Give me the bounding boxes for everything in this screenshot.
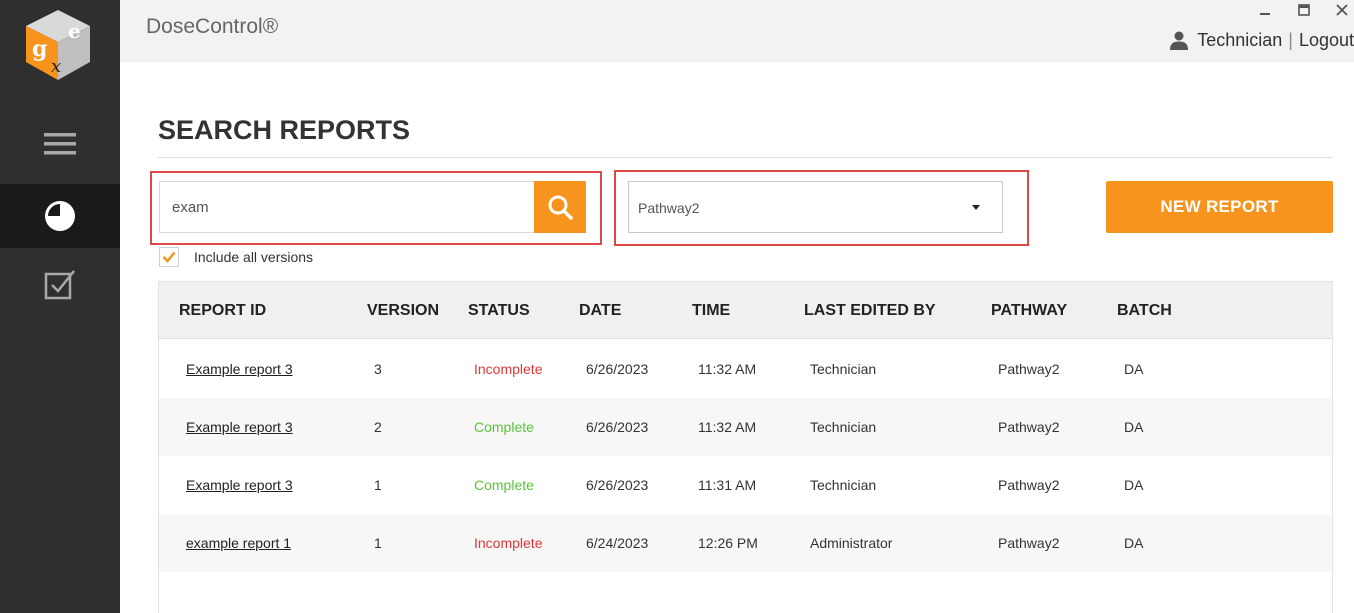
include-versions-checkbox[interactable] bbox=[159, 247, 179, 267]
cell-batch: DA bbox=[1124, 535, 1144, 551]
cell-date: 6/24/2023 bbox=[586, 535, 649, 551]
new-report-button[interactable]: NEW REPORT bbox=[1106, 181, 1333, 233]
svg-text:x: x bbox=[51, 56, 61, 77]
include-versions-label: Include all versions bbox=[194, 249, 314, 265]
cell-date: 6/26/2023 bbox=[586, 419, 649, 435]
cell-time: 11:32 AM bbox=[698, 419, 757, 435]
header-version[interactable]: VERSION bbox=[367, 302, 439, 320]
svg-text:e: e bbox=[68, 19, 81, 43]
chevron-down-icon bbox=[972, 205, 980, 210]
cell-last-edited-by: Administrator bbox=[810, 535, 893, 551]
cell-batch: DA bbox=[1124, 361, 1144, 377]
cell-status: Complete bbox=[474, 419, 534, 435]
nav-menu-button[interactable] bbox=[0, 112, 120, 176]
header-status[interactable]: STATUS bbox=[468, 302, 530, 320]
header-report-id[interactable]: REPORT ID bbox=[179, 302, 266, 320]
user-area: Technician | Logout bbox=[1169, 28, 1354, 52]
header-pathway[interactable]: PATHWAY bbox=[991, 302, 1067, 320]
search-input[interactable] bbox=[159, 181, 535, 233]
header-last-edited-by[interactable]: LAST EDITED BY bbox=[804, 302, 936, 320]
maximize-button[interactable] bbox=[1296, 2, 1312, 18]
header-batch[interactable]: BATCH bbox=[1117, 302, 1172, 320]
include-versions-row: Include all versions bbox=[159, 247, 313, 267]
report-id-link[interactable]: Example report 3 bbox=[186, 361, 293, 377]
checkbox-icon bbox=[44, 270, 75, 300]
gxe-logo: g e x bbox=[18, 2, 98, 86]
nav-dashboard-button[interactable] bbox=[0, 184, 120, 248]
page-title: SEARCH REPORTS bbox=[158, 115, 411, 145]
maximize-icon bbox=[1298, 4, 1310, 16]
user-icon bbox=[1169, 30, 1189, 50]
pie-chart-icon bbox=[45, 201, 75, 231]
cell-version: 1 bbox=[374, 477, 382, 493]
cell-batch: DA bbox=[1124, 477, 1144, 493]
report-id-link[interactable]: Example report 3 bbox=[186, 419, 293, 435]
user-name: Technician bbox=[1197, 29, 1283, 50]
search-button[interactable] bbox=[534, 181, 586, 233]
minimize-button[interactable] bbox=[1257, 2, 1273, 18]
user-separator: | bbox=[1288, 29, 1293, 50]
cell-last-edited-by: Technician bbox=[810, 361, 877, 377]
cell-last-edited-by: Technician bbox=[810, 419, 877, 435]
cell-date: 6/26/2023 bbox=[586, 477, 649, 493]
logout-link[interactable]: Logout bbox=[1299, 30, 1354, 51]
cell-status: Incomplete bbox=[474, 535, 543, 551]
cell-batch: DA bbox=[1124, 419, 1144, 435]
app-title: DoseControl® bbox=[146, 15, 279, 38]
close-icon bbox=[1336, 4, 1348, 16]
cell-last-edited-by: Technician bbox=[810, 477, 877, 493]
report-id-link[interactable]: Example report 3 bbox=[186, 477, 293, 493]
checkmark-icon bbox=[162, 251, 176, 263]
close-window-button[interactable] bbox=[1334, 2, 1350, 18]
cell-status: Incomplete bbox=[474, 361, 543, 377]
table-row[interactable]: Example report 3 1 Complete 6/26/2023 11… bbox=[159, 456, 1332, 514]
header-time[interactable]: TIME bbox=[692, 302, 730, 320]
cell-date: 6/26/2023 bbox=[586, 361, 649, 377]
header-date[interactable]: DATE bbox=[579, 302, 621, 320]
cell-time: 11:32 AM bbox=[698, 361, 757, 377]
cell-pathway: Pathway2 bbox=[998, 361, 1060, 377]
nav-reports-button[interactable] bbox=[0, 252, 120, 316]
search-icon bbox=[548, 195, 573, 220]
cell-time: 12:26 PM bbox=[698, 535, 758, 551]
pathway-select-value: Pathway2 bbox=[638, 200, 700, 216]
minimize-icon bbox=[1260, 13, 1270, 15]
cell-status: Complete bbox=[474, 477, 534, 493]
report-id-link[interactable]: example report 1 bbox=[186, 535, 291, 551]
reports-table: REPORT ID VERSION STATUS DATE TIME LAST … bbox=[158, 281, 1333, 613]
title-divider bbox=[158, 157, 1333, 158]
cell-version: 2 bbox=[374, 419, 382, 435]
svg-text:g: g bbox=[32, 36, 47, 62]
hamburger-menu-icon bbox=[44, 133, 76, 155]
table-row[interactable]: example report 1 1 Incomplete 6/24/2023 … bbox=[159, 514, 1332, 572]
pathway-select[interactable]: Pathway2 bbox=[628, 181, 1003, 233]
cell-pathway: Pathway2 bbox=[998, 535, 1060, 551]
cell-time: 11:31 AM bbox=[698, 477, 757, 493]
sidebar: g e x bbox=[0, 0, 120, 613]
cell-pathway: Pathway2 bbox=[998, 419, 1060, 435]
table-header: REPORT ID VERSION STATUS DATE TIME LAST … bbox=[159, 282, 1332, 339]
top-bar: DoseControl® Technician | Logout bbox=[120, 0, 1354, 62]
cell-pathway: Pathway2 bbox=[998, 477, 1060, 493]
cell-version: 3 bbox=[374, 361, 382, 377]
table-row[interactable]: Example report 3 3 Incomplete 6/26/2023 … bbox=[159, 340, 1332, 398]
cell-version: 1 bbox=[374, 535, 382, 551]
table-row[interactable]: Example report 3 2 Complete 6/26/2023 11… bbox=[159, 398, 1332, 456]
